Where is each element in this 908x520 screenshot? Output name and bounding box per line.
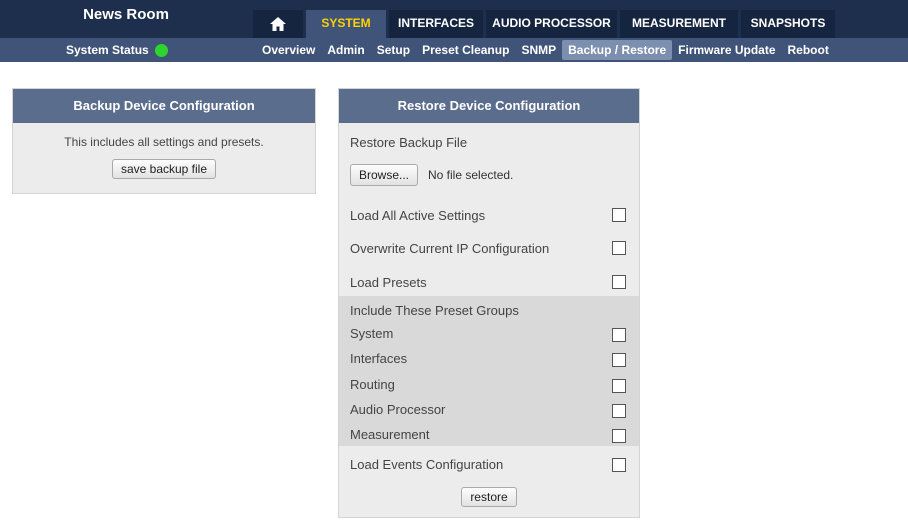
subnav-item-firmware-update[interactable]: Firmware Update xyxy=(672,40,781,60)
backup-description: This includes all settings and presets. xyxy=(64,135,264,149)
tab-system[interactable]: SYSTEM xyxy=(306,10,386,38)
home-icon xyxy=(270,17,286,31)
subnav-item-setup[interactable]: Setup xyxy=(371,40,416,60)
browse-button[interactable]: Browse... xyxy=(350,164,419,186)
load-active-settings-checkbox[interactable] xyxy=(612,208,626,222)
restore-panel-title: Restore Device Configuration xyxy=(339,89,639,123)
page-title: News Room xyxy=(83,6,169,23)
subnav-item-backup-restore[interactable]: Backup / Restore xyxy=(562,40,673,60)
tab-home[interactable] xyxy=(253,10,303,38)
tab-interfaces[interactable]: INTERFACES xyxy=(389,10,483,38)
group-system-checkbox[interactable] xyxy=(612,328,626,342)
group-interfaces-checkbox[interactable] xyxy=(612,353,626,367)
preset-group-label: Routing xyxy=(350,377,395,392)
group-audio-processor-checkbox[interactable] xyxy=(612,404,626,418)
restore-file-label: Restore Backup File xyxy=(350,135,468,150)
preset-group-label: Measurement xyxy=(350,427,430,442)
load-presets-checkbox[interactable] xyxy=(612,275,626,289)
sub-navigation: System Status Overview Admin Setup Prese… xyxy=(0,38,908,62)
group-measurement-checkbox[interactable] xyxy=(612,429,626,443)
subnav-item-preset-cleanup[interactable]: Preset Cleanup xyxy=(416,40,515,60)
option-label: Load All Active Settings xyxy=(350,208,486,223)
subnav-item-snmp[interactable]: SNMP xyxy=(515,40,562,60)
group-routing-checkbox[interactable] xyxy=(612,379,626,393)
file-status-text: No file selected. xyxy=(428,168,514,182)
tab-audio-processor[interactable]: AUDIO PROCESSOR xyxy=(486,10,617,38)
option-label: Overwrite Current IP Configuration xyxy=(350,241,550,256)
preset-group-label: Audio Processor xyxy=(350,402,446,417)
preset-group-label: Interfaces xyxy=(350,351,408,366)
preset-groups-heading: Include These Preset Groups xyxy=(350,303,519,318)
subnav-items: Overview Admin Setup Preset Cleanup SNMP… xyxy=(256,40,835,60)
save-backup-button[interactable]: save backup file xyxy=(111,159,217,179)
backup-panel-title: Backup Device Configuration xyxy=(13,89,315,123)
top-bar: News Room SYSTEM INTERFACES AUDIO PROCES… xyxy=(0,0,908,38)
load-events-checkbox[interactable] xyxy=(612,458,626,472)
system-status[interactable]: System Status xyxy=(66,38,168,62)
overwrite-ip-checkbox[interactable] xyxy=(612,241,626,255)
option-label: Load Presets xyxy=(350,275,427,290)
main-tabs: SYSTEM INTERFACES AUDIO PROCESSOR MEASUR… xyxy=(253,10,838,38)
preset-group-label: System xyxy=(350,326,394,341)
preset-groups-box: Include These Preset Groups System Inter… xyxy=(339,296,639,446)
events-label: Load Events Configuration xyxy=(350,457,504,472)
tab-snapshots[interactable]: SNAPSHOTS xyxy=(741,10,835,38)
system-status-label: System Status xyxy=(66,42,149,57)
restore-button[interactable]: restore xyxy=(461,487,517,507)
subnav-item-reboot[interactable]: Reboot xyxy=(782,40,835,60)
tab-measurement[interactable]: MEASUREMENT xyxy=(620,10,738,38)
subnav-item-overview[interactable]: Overview xyxy=(256,40,321,60)
backup-panel: Backup Device Configuration This include… xyxy=(12,88,316,194)
subnav-item-admin[interactable]: Admin xyxy=(321,40,370,60)
restore-panel: Restore Device Configuration Restore Bac… xyxy=(338,88,640,518)
status-indicator-icon xyxy=(154,43,168,57)
